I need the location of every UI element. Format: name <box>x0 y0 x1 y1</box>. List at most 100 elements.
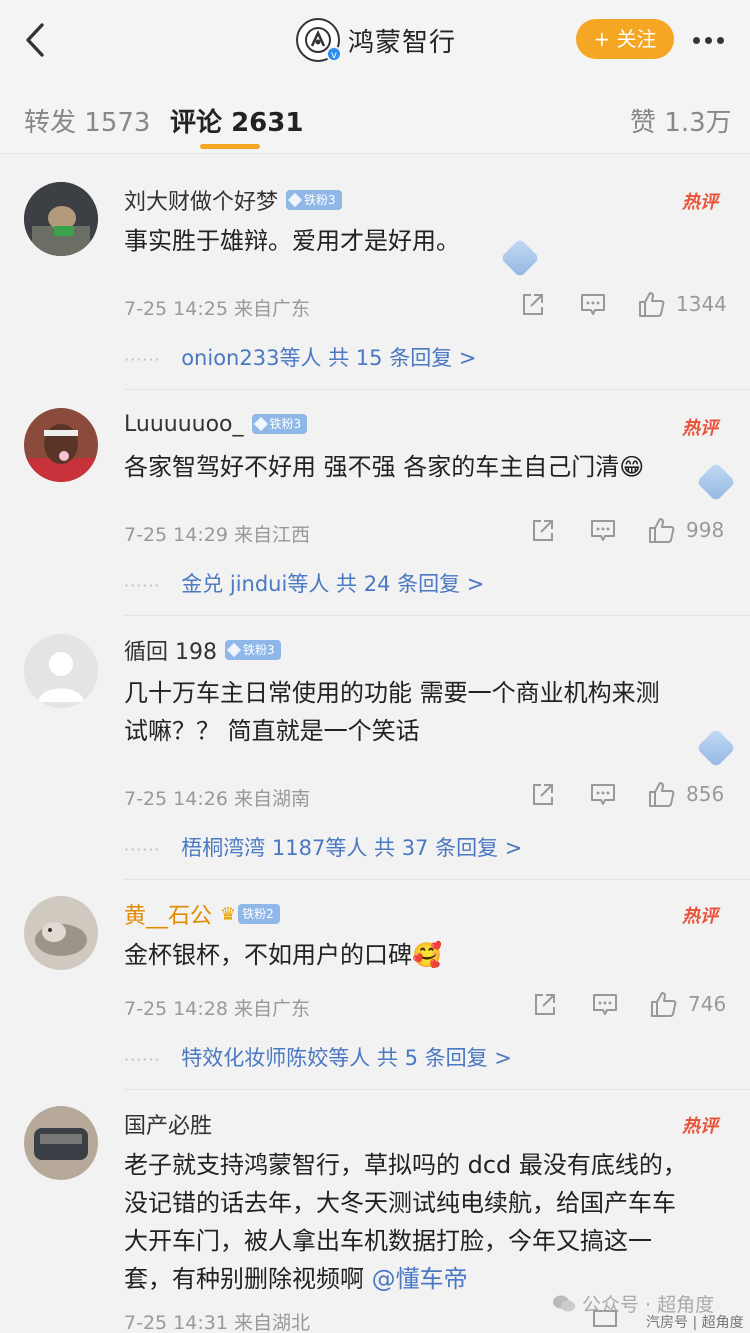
bubble-decoration-icon <box>500 238 540 278</box>
avatar-image <box>24 1106 98 1180</box>
avatar[interactable] <box>24 634 98 708</box>
tab-label: 评论 <box>170 108 223 138</box>
gem-icon <box>287 192 303 208</box>
gem-icon <box>253 416 268 432</box>
page-title: 鸿蒙智行 <box>348 27 457 58</box>
like-button[interactable]: 856 <box>648 780 724 808</box>
reply-button[interactable] <box>590 782 616 808</box>
replies-link[interactable]: ······ 金兑 jindui等人 共 24 条回复 > <box>124 568 484 598</box>
like-button[interactable]: 998 <box>648 516 724 544</box>
comment-time: 7-25 14:29 <box>124 524 228 546</box>
reply-mid: 等人 <box>287 572 330 596</box>
fan-badge: 铁粉2 <box>238 904 280 924</box>
reply-mid: 等人 <box>325 836 368 860</box>
user-row: 国产必胜 <box>124 1108 212 1140</box>
comment-item: Luuuuuoo_ 铁粉3 热评 各家智驾好不好用 强不强 各家的车主自己门清😁… <box>0 390 750 616</box>
reply-dots: ······ <box>124 840 161 859</box>
more-dot <box>716 36 724 44</box>
crown-icon: ♛ <box>220 903 237 925</box>
comment-item: 循回 198 铁粉3 几十万车主日常使用的功能 需要一个商业机构来测 试嘛？？ … <box>0 616 750 880</box>
username[interactable]: 刘大财做个好梦 <box>124 184 278 216</box>
comment-text-line: 几十万车主日常使用的功能 需要一个商业机构来测 <box>124 679 660 707</box>
share-icon <box>535 994 555 1015</box>
share-button[interactable] <box>520 292 546 318</box>
reply-button[interactable] <box>580 292 606 318</box>
tab-label: 转发 <box>24 108 77 138</box>
username[interactable]: 黄__石公 <box>124 898 212 930</box>
comment-text[interactable]: 各家智驾好不好用 强不强 各家的车主自己门清😁 <box>124 448 644 486</box>
reply-button[interactable] <box>592 992 618 1018</box>
reply-dots: ······ <box>124 1050 161 1069</box>
comment-time: 7-25 14:26 <box>124 788 228 810</box>
comment-location: 来自广东 <box>233 998 310 1020</box>
tab-count: 1573 <box>84 108 151 138</box>
comment-text-line: 试嘛？？ 简直就是一个笑话 <box>124 717 420 745</box>
comment-icon <box>581 294 605 315</box>
share-button[interactable] <box>532 992 558 1018</box>
fan-badge: 铁粉3 <box>251 414 308 434</box>
gem-icon <box>226 642 242 658</box>
thumbs-up-icon <box>649 782 675 807</box>
comment-meta: 7-25 14:29 来自江西 <box>124 520 310 547</box>
avatar-image <box>24 182 98 256</box>
comment-item: 黄__石公 ♛ 铁粉2 热评 金杯银杯，不如用户的口碑🥰 7-25 14:28 … <box>0 880 750 1090</box>
reply-dots: ······ <box>124 350 161 369</box>
reply-mid: 等人 <box>279 346 322 370</box>
fan-badge-label: 铁粉3 <box>304 193 336 207</box>
thumbs-up-icon <box>639 292 665 317</box>
comment-text[interactable]: 事实胜于雄辩。爱用才是好用。 <box>124 222 460 260</box>
account-avatar[interactable]: v <box>296 18 342 62</box>
comment-text-fragment: 套，有种别删除视频啊 <box>124 1265 372 1293</box>
hot-comment-tag: 热评 <box>682 1116 718 1137</box>
avatar[interactable] <box>24 408 98 482</box>
avatar[interactable] <box>24 182 98 256</box>
watermark-small: 汽房号 | 超角度 <box>646 1315 744 1331</box>
comment-location: 来自江西 <box>233 524 310 546</box>
avatar[interactable] <box>24 1106 98 1180</box>
follow-button[interactable]: + 关注 <box>576 19 674 59</box>
like-count: 746 <box>688 992 727 1016</box>
comment-icon <box>593 994 617 1015</box>
username[interactable]: Luuuuuoo_ <box>124 412 244 437</box>
chevron-left-icon <box>26 23 44 57</box>
share-button[interactable] <box>530 518 556 544</box>
username[interactable]: 国产必胜 <box>124 1108 212 1140</box>
comment-text[interactable]: 老子就支持鸿蒙智行，草拟吗的 dcd 最没有底线的， 没记错的话去年，大冬天测试… <box>124 1146 687 1298</box>
avatar[interactable] <box>24 896 98 970</box>
comment-text-line: 大开车门，被人拿出车机数据打脸，今年又搞这一 <box>124 1227 652 1255</box>
comment-text-line: 没记错的话去年，大冬天测试纯电续航，给国产车车 <box>124 1189 676 1217</box>
more-dots-icon <box>692 36 700 44</box>
tab-likes[interactable]: 赞 1.3万 <box>630 102 732 139</box>
like-button[interactable]: 1344 <box>638 290 727 318</box>
comment-text[interactable]: 金杯银杯，不如用户的口碑🥰 <box>124 936 442 974</box>
reply-count: 共 37 条回复 > <box>374 836 523 860</box>
share-button[interactable] <box>530 782 556 808</box>
replies-link[interactable]: ······ onion233等人 共 15 条回复 > <box>124 342 476 372</box>
tab-reposts[interactable]: 转发 1573 <box>24 102 150 139</box>
comment-icon <box>591 520 615 541</box>
more-button[interactable] <box>686 20 730 60</box>
bubble-decoration-icon <box>696 462 736 502</box>
share-icon <box>533 520 553 541</box>
comment-time: 7-25 14:28 <box>124 998 228 1020</box>
reply-users: 特效化妆师陈姣 <box>181 1046 329 1070</box>
back-button[interactable] <box>18 20 52 60</box>
mention-link[interactable]: @懂车帝 <box>372 1265 468 1293</box>
fan-badge-label: 铁粉2 <box>242 907 274 921</box>
reply-mid: 等人 <box>328 1046 371 1070</box>
active-tab-indicator <box>200 144 260 149</box>
comment-time: 7-25 14:31 <box>124 1312 228 1333</box>
account-title-area[interactable]: v 鸿蒙智行 <box>296 16 456 64</box>
comment-icon <box>591 784 615 805</box>
top-bar: v 鸿蒙智行 + 关注 <box>0 0 750 80</box>
tab-comments[interactable]: 评论 2631 <box>170 102 303 139</box>
replies-link[interactable]: ······ 特效化妆师陈姣等人 共 5 条回复 > <box>124 1042 512 1072</box>
reply-button[interactable] <box>590 518 616 544</box>
reply-users: 梧桐湾湾 1187 <box>181 836 326 860</box>
comment-text[interactable]: 几十万车主日常使用的功能 需要一个商业机构来测 试嘛？？ 简直就是一个笑话 <box>124 674 660 750</box>
like-button[interactable]: 746 <box>650 990 726 1018</box>
username[interactable]: 循回 198 <box>124 634 217 666</box>
share-icon <box>533 784 553 805</box>
replies-link[interactable]: ······ 梧桐湾湾 1187等人 共 37 条回复 > <box>124 832 522 862</box>
comment-meta: 7-25 14:25 来自广东 <box>124 294 310 321</box>
